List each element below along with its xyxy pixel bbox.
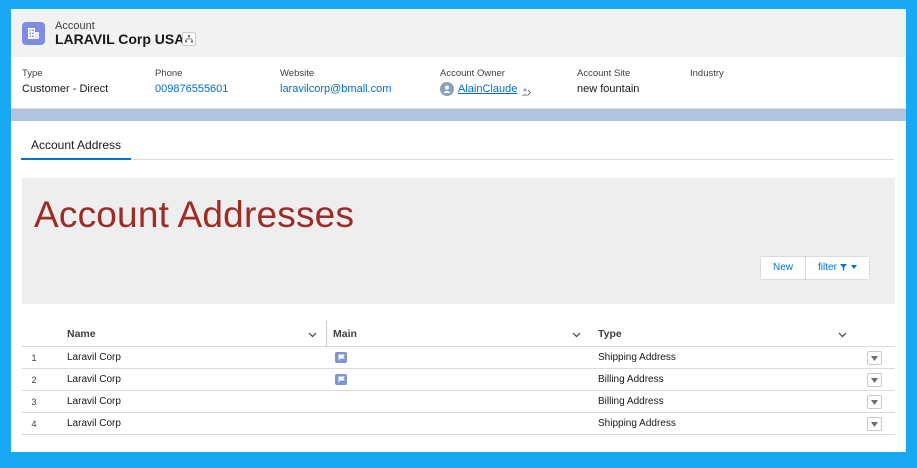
funnel-icon — [839, 264, 847, 271]
column-header-main[interactable]: Main — [333, 321, 585, 347]
cell-type: Shipping Address — [598, 418, 676, 429]
flag-icon — [335, 352, 347, 363]
field-value: Customer - Direct — [22, 83, 109, 95]
row-number: 4 — [31, 419, 37, 429]
new-button[interactable]: New — [761, 257, 806, 279]
field-value: new fountain — [577, 83, 640, 95]
row-number: 1 — [31, 353, 37, 363]
flag-icon — [335, 374, 347, 385]
field-account-site: Account Site new fountain — [577, 68, 639, 95]
phone-link[interactable]: 009876555601 — [155, 83, 228, 95]
website-link[interactable]: laravilcorp@bmall.com — [280, 83, 391, 95]
user-avatar-icon — [440, 82, 454, 96]
caret-down-icon — [851, 265, 858, 269]
hierarchy-icon[interactable] — [182, 32, 196, 46]
field-account-owner: Account Owner AlainClaude — [440, 68, 532, 96]
table-header: Name Main Type — [22, 321, 895, 347]
table-row: 2 Laravil Corp Billing Address — [22, 369, 895, 391]
field-industry: Industry — [690, 68, 724, 83]
tab-bar: Account Address — [21, 136, 894, 160]
row-action-chevron-down-icon[interactable] — [867, 373, 882, 387]
filter-button[interactable]: filter — [805, 257, 870, 279]
row-action-chevron-down-icon[interactable] — [867, 417, 882, 431]
cell-type: Billing Address — [598, 396, 664, 407]
column-resize-handle[interactable] — [326, 321, 327, 347]
row-number: 2 — [31, 375, 37, 385]
field-label: Account Site — [577, 68, 631, 79]
field-label: Type — [22, 68, 43, 79]
column-label: Main — [333, 328, 357, 340]
row-number: 3 — [31, 397, 37, 407]
cell-name[interactable]: Laravil Corp — [67, 391, 121, 413]
owner-row: AlainClaude — [440, 82, 532, 96]
building-icon — [22, 22, 45, 45]
field-phone: Phone 009876555601 — [155, 68, 228, 95]
record-header: Account LARAVIL Corp USA Type Customer -… — [11, 9, 906, 109]
record-title: LARAVIL Corp USA — [55, 31, 185, 47]
table-row: 1 Laravil Corp Shipping Address — [22, 347, 895, 369]
field-label: Industry — [690, 68, 724, 79]
action-button-group: New filter — [760, 256, 871, 280]
table-row: 4 Laravil Corp Shipping Address — [22, 413, 895, 435]
field-website: Website laravilcorp@bmall.com — [280, 68, 391, 95]
field-label: Account Owner — [440, 68, 505, 79]
chevron-down-icon[interactable] — [572, 330, 581, 339]
column-label: Name — [67, 328, 96, 340]
column-label: Type — [598, 328, 622, 340]
chevron-down-icon[interactable] — [838, 330, 847, 339]
chevron-down-icon[interactable] — [308, 330, 317, 339]
cell-name[interactable]: Laravil Corp — [67, 413, 121, 435]
addresses-panel: Account Addresses New filter — [22, 178, 895, 304]
field-type: Type Customer - Direct — [22, 68, 108, 95]
change-owner-icon[interactable] — [521, 84, 532, 96]
table-row: 3 Laravil Corp Billing Address — [22, 391, 895, 413]
row-action-chevron-down-icon[interactable] — [867, 395, 882, 409]
filter-label: filter — [818, 262, 837, 273]
owner-link[interactable]: AlainClaude — [458, 83, 517, 95]
page-title: Account Addresses — [34, 194, 355, 235]
column-header-name[interactable]: Name — [67, 321, 325, 347]
tab-account-address[interactable]: Account Address — [21, 136, 132, 160]
field-label: Website — [280, 68, 315, 79]
cell-name[interactable]: Laravil Corp — [67, 347, 121, 369]
app-frame: Account LARAVIL Corp USA Type Customer -… — [11, 9, 906, 452]
cell-type: Shipping Address — [598, 352, 676, 363]
cell-type: Billing Address — [598, 374, 664, 385]
column-header-type[interactable]: Type — [598, 321, 858, 347]
field-label: Phone — [155, 68, 183, 79]
related-list-card: Account Address Account Addresses New fi… — [11, 121, 906, 452]
row-action-chevron-down-icon[interactable] — [867, 351, 882, 365]
cell-name[interactable]: Laravil Corp — [67, 369, 121, 391]
addresses-table: Name Main Type 1 Laravil Corp Shipping A… — [22, 321, 895, 435]
